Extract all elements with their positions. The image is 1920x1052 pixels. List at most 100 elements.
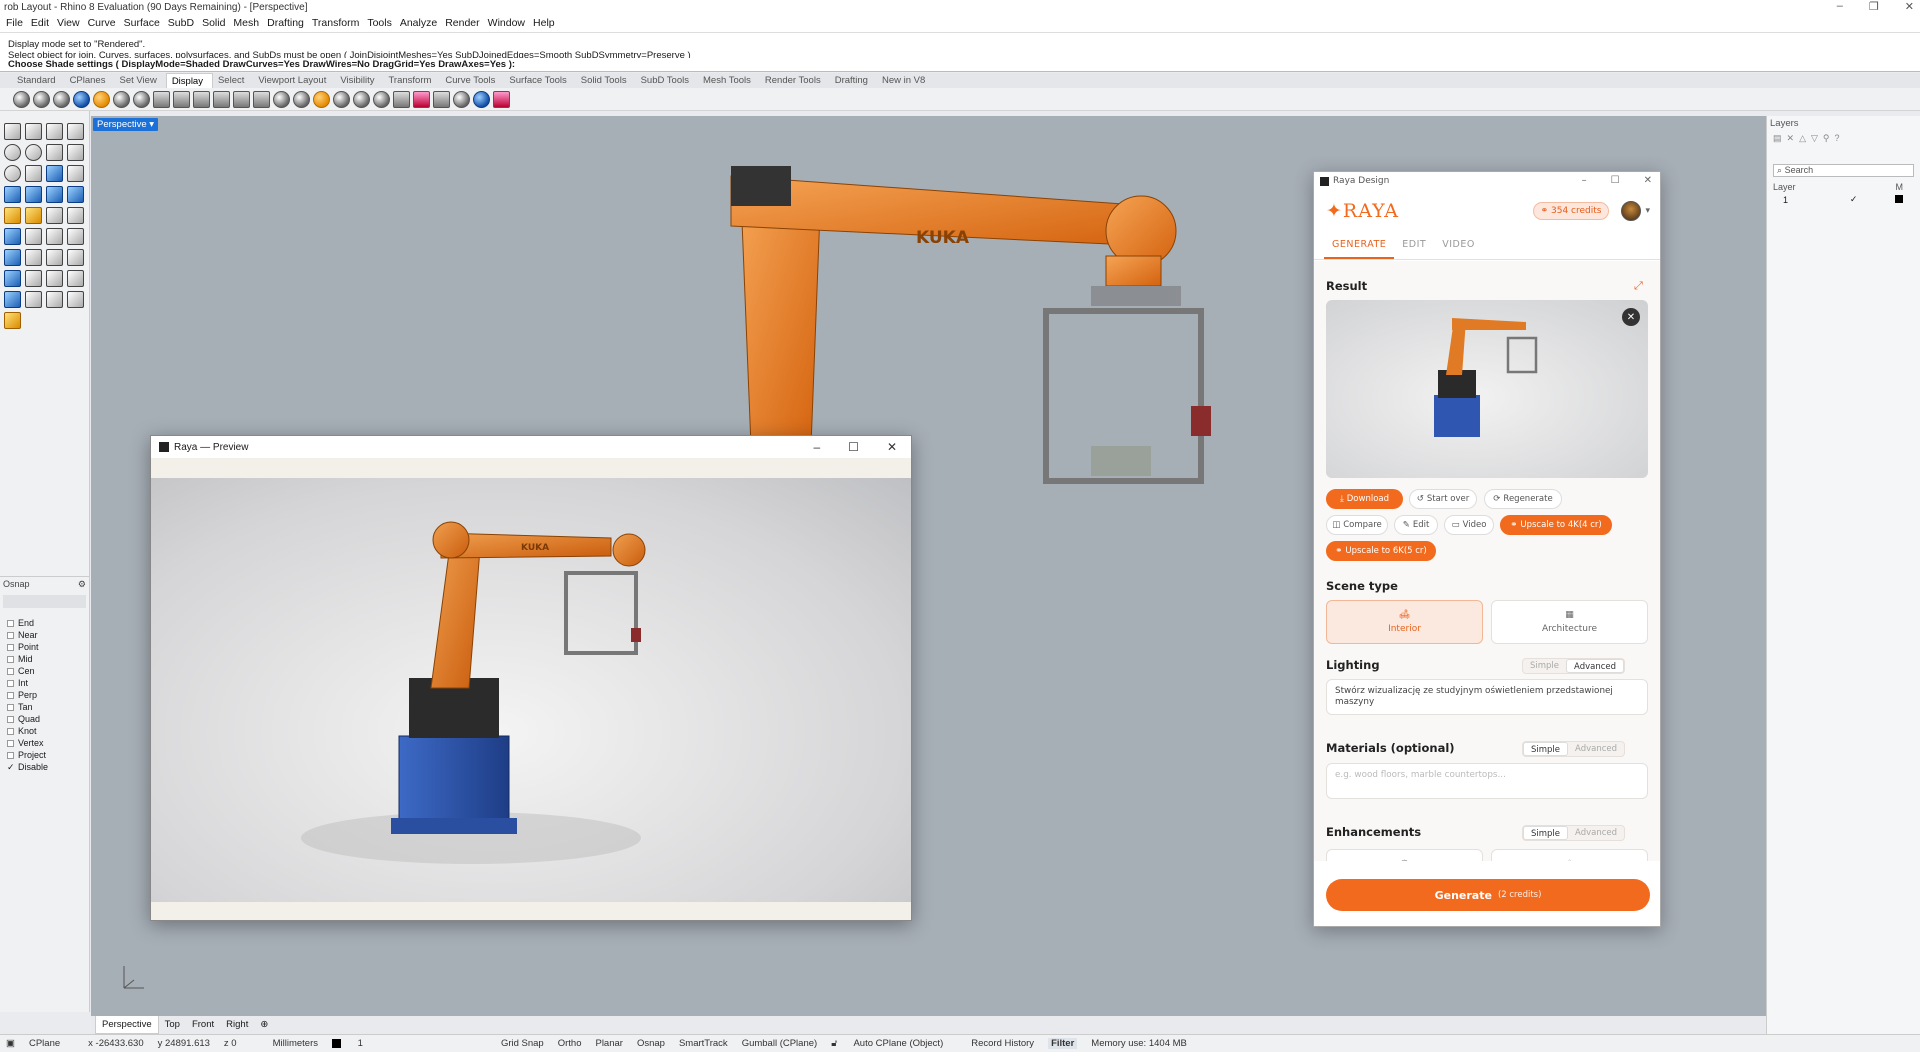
enhancements-mode-toggle[interactable]: Simple Advanced <box>1522 825 1626 841</box>
status-cplane[interactable]: CPlane <box>29 1038 60 1049</box>
box-icon[interactable] <box>4 186 21 203</box>
scale-icon[interactable] <box>67 249 84 266</box>
tab-standard[interactable]: Standard <box>12 73 65 88</box>
maximize-button[interactable]: ☐ <box>848 440 859 454</box>
tab-solid-tools[interactable]: Solid Tools <box>576 73 636 88</box>
tab-drafting[interactable]: Drafting <box>830 73 877 88</box>
pen-icon[interactable] <box>113 91 130 108</box>
plane-icon[interactable] <box>67 186 84 203</box>
named-views-icon[interactable] <box>473 91 490 108</box>
toggle-filter[interactable]: Filter <box>1048 1038 1078 1049</box>
array-icon[interactable] <box>25 270 42 287</box>
toggle-auto-cplane[interactable]: 🔓︎ Auto CPlane (Object) <box>831 1038 957 1049</box>
help-icon[interactable]: ? <box>1835 133 1840 159</box>
toggle-planar[interactable]: Planar <box>595 1038 622 1049</box>
ghosted-icon[interactable] <box>53 91 70 108</box>
tab-edit[interactable]: EDIT <box>1394 232 1434 259</box>
status-layer[interactable]: 1 <box>332 1038 377 1049</box>
sphere-tool-icon[interactable] <box>25 186 42 203</box>
raytraced-icon[interactable] <box>173 91 190 108</box>
osnap-item[interactable]: Knot <box>7 725 89 737</box>
result-image[interactable]: ✕ <box>1326 300 1648 478</box>
tab-set-view[interactable]: Set View <box>114 73 165 88</box>
tab-right[interactable]: Right <box>220 1016 254 1034</box>
osnap-item[interactable]: End <box>7 617 89 629</box>
advanced-mode[interactable]: Advanced <box>1568 742 1624 756</box>
simple-mode[interactable]: Simple <box>1523 659 1566 673</box>
point-icon[interactable] <box>25 123 42 140</box>
minimize-button[interactable]: – <box>1837 0 1843 15</box>
osnap-item-disable[interactable]: ✓ Disable <box>7 761 89 773</box>
move-icon[interactable] <box>25 249 42 266</box>
menu-transform[interactable]: Transform <box>310 15 365 32</box>
tab-visibility[interactable]: Visibility <box>335 73 383 88</box>
paint-icon[interactable] <box>4 312 21 329</box>
materials-mode-toggle[interactable]: Simple Advanced <box>1522 741 1626 757</box>
advanced-mode[interactable]: Advanced <box>1566 659 1625 673</box>
join-icon[interactable] <box>46 228 63 245</box>
tab-cplanes[interactable]: CPlanes <box>65 73 115 88</box>
close-button[interactable]: ✕ <box>1905 0 1914 15</box>
sun-icon[interactable] <box>313 91 330 108</box>
camera-icon[interactable] <box>373 91 390 108</box>
upscale-4k-button[interactable]: ⚭ Upscale to 4K(4 cr) <box>1500 515 1612 535</box>
polyline-icon[interactable] <box>46 123 63 140</box>
move-down-icon[interactable]: ▽ <box>1811 133 1818 159</box>
menu-file[interactable]: File <box>4 15 29 32</box>
display-mode-icon[interactable] <box>193 91 210 108</box>
compare-button[interactable]: ◫ Compare <box>1326 515 1388 535</box>
tab-generate[interactable]: GENERATE <box>1324 232 1395 259</box>
osnap-item[interactable]: Tan <box>7 701 89 713</box>
wireframe-icon[interactable] <box>13 91 30 108</box>
rectangle-icon[interactable] <box>67 144 84 161</box>
status-panel-icon[interactable]: ▣ <box>6 1038 15 1049</box>
grid-snap-icon[interactable] <box>46 270 63 287</box>
circle-icon[interactable] <box>4 144 21 161</box>
scene-interior-option[interactable]: 🛋 Interior <box>1326 600 1483 644</box>
regenerate-button[interactable]: ⟳ Regenerate <box>1484 489 1562 509</box>
layers-search-input[interactable]: ⌕ Search <box>1773 164 1914 177</box>
clipping-icon[interactable] <box>453 91 470 108</box>
osnap-item[interactable]: Point <box>7 641 89 653</box>
minimize-button[interactable]: – <box>1582 175 1587 186</box>
menu-drafting[interactable]: Drafting <box>265 15 310 32</box>
menu-tools[interactable]: Tools <box>365 15 398 32</box>
monitor-icon[interactable] <box>433 91 450 108</box>
menu-mesh[interactable]: Mesh <box>231 15 265 32</box>
surface-icon[interactable] <box>46 165 63 182</box>
menu-surface[interactable]: Surface <box>122 15 166 32</box>
menu-curve[interactable]: Curve <box>86 15 122 32</box>
curves-icon[interactable] <box>413 91 430 108</box>
osnap-item[interactable]: Vertex <box>7 737 89 749</box>
settings-icon[interactable]: ⚙ <box>78 579 86 590</box>
menu-edit[interactable]: Edit <box>29 15 55 32</box>
check-icon[interactable] <box>46 291 63 308</box>
select-arrow-icon[interactable] <box>4 123 21 140</box>
filter-icon[interactable]: ⚲ <box>1823 133 1830 159</box>
artistic-icon[interactable] <box>93 91 110 108</box>
analyze-icon[interactable] <box>67 291 84 308</box>
tab-mesh-tools[interactable]: Mesh Tools <box>698 73 760 88</box>
osnap-item[interactable]: Perp <box>7 689 89 701</box>
upscale-6k-button[interactable]: ⚭ Upscale to 6K(5 cr) <box>1326 541 1436 561</box>
menu-subd[interactable]: SubD <box>166 15 200 32</box>
solid-icon[interactable] <box>4 228 21 245</box>
move-up-icon[interactable]: △ <box>1799 133 1806 159</box>
chevron-down-icon[interactable]: ▾ <box>1645 206 1650 216</box>
menu-window[interactable]: Window <box>486 15 531 32</box>
toggle-osnap[interactable]: Osnap <box>637 1038 665 1049</box>
menu-render[interactable]: Render <box>443 15 485 32</box>
download-button[interactable]: ⤓ Download <box>1326 489 1403 509</box>
avatar[interactable] <box>1621 201 1642 221</box>
raya-content[interactable]: Result ⤢ ✕ ⤓ Download ↺ Start over ⟳ Regene… <box>1314 261 1660 861</box>
add-view-icon[interactable]: ⊕ <box>254 1016 274 1034</box>
osnap-item[interactable]: Project <box>7 749 89 761</box>
tab-subd-tools[interactable]: SubD Tools <box>636 73 698 88</box>
cylinder-icon[interactable] <box>46 186 63 203</box>
tab-video[interactable]: VIDEO <box>1434 232 1483 259</box>
light-icon[interactable] <box>333 91 350 108</box>
edit-button[interactable]: ✎ Edit <box>1394 515 1438 535</box>
technical-icon[interactable] <box>133 91 150 108</box>
half-sphere-icon[interactable] <box>293 91 310 108</box>
ellipse-icon[interactable] <box>25 144 42 161</box>
